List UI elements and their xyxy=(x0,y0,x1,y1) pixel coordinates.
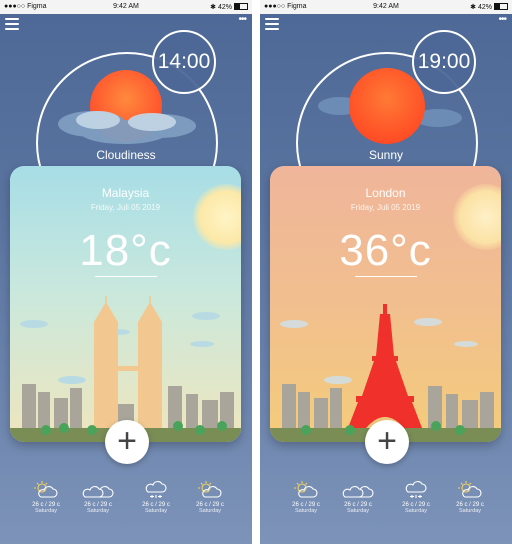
battery-percent: 42% xyxy=(477,4,492,11)
forecast-day-label: Saturday xyxy=(346,508,369,514)
temperature-underline xyxy=(95,276,157,277)
partly-sunny-icon xyxy=(198,481,222,498)
forecast-day-4[interactable]: 26 c / 29 c Saturday xyxy=(182,480,238,514)
forecast-day-1[interactable]: 26 c / 29 c Saturday xyxy=(18,480,74,514)
battery-icon xyxy=(234,3,248,10)
partly-sunny-icon xyxy=(458,481,482,498)
forecast-day-3[interactable]: 26 c / 29 c Saturday xyxy=(388,480,444,514)
add-city-button[interactable]: + xyxy=(365,420,409,464)
city-name: London xyxy=(365,186,406,200)
cloudy-icon xyxy=(82,486,114,498)
city-card[interactable]: Malaysia Friday, Juli 05 2019 18°c xyxy=(10,166,241,442)
forecast-day-4[interactable]: 26 c / 29 c Saturday xyxy=(442,480,498,514)
date-label: Friday, Juli 05 2019 xyxy=(90,203,161,212)
temperature-underline xyxy=(355,276,417,277)
forecast-day-label: Saturday xyxy=(404,508,427,514)
more-options-icon[interactable]: ••• xyxy=(238,14,246,25)
forecast-day-label: Saturday xyxy=(458,508,481,514)
status-bar: ●●●○○ Figma 9:42 AM ✱ 42% xyxy=(0,0,252,14)
partly-sunny-icon xyxy=(34,481,58,498)
forecast-day-label: Saturday xyxy=(198,508,221,514)
time-badge: 19:00 xyxy=(412,30,476,94)
temperature-value: 36°c xyxy=(339,226,432,275)
battery-icon xyxy=(494,3,508,10)
city-card[interactable]: London Friday, Juli 05 2019 36°c xyxy=(270,166,501,442)
temperature-value: 18°c xyxy=(79,226,172,275)
partly-sunny-icon xyxy=(294,481,318,498)
battery-percent: 42% xyxy=(217,4,232,11)
forecast-day-2[interactable]: 26 c / 29 c Saturday xyxy=(330,480,386,514)
hamburger-menu-icon[interactable] xyxy=(265,18,279,30)
weather-screen-malaysia: ●●●○○ Figma 9:42 AM ✱ 42% ••• 14:00 Clou… xyxy=(0,0,252,544)
cloudy-icon xyxy=(342,486,374,498)
snow-cloud-icon xyxy=(145,481,167,498)
forecast-day-label: Saturday xyxy=(86,508,109,514)
weather-screen-london: ●●●○○ Figma 9:42 AM ✱ 42% ••• 19:00 Sunn… xyxy=(260,0,512,544)
status-bar: ●●●○○ Figma 9:42 AM ✱ 42% xyxy=(260,0,512,14)
more-options-icon[interactable]: ••• xyxy=(498,14,506,25)
date-label: Friday, Juli 05 2019 xyxy=(350,203,421,212)
hamburger-menu-icon[interactable] xyxy=(5,18,19,30)
forecast-day-label: Saturday xyxy=(34,508,57,514)
forecast-day-3[interactable]: 26 c / 29 c Saturday xyxy=(128,480,184,514)
snow-cloud-icon xyxy=(405,481,427,498)
forecast-day-1[interactable]: 26 c / 29 c Saturday xyxy=(278,480,334,514)
forecast-day-2[interactable]: 26 c / 29 c Saturday xyxy=(70,480,126,514)
time-badge: 14:00 xyxy=(152,30,216,94)
condition-label: Sunny xyxy=(368,148,404,162)
condition-label: Cloudiness xyxy=(96,148,156,162)
forecast-day-label: Saturday xyxy=(144,508,167,514)
battery-status: ✱ 42% xyxy=(210,3,248,11)
add-city-button[interactable]: + xyxy=(105,420,149,464)
battery-status: ✱ 42% xyxy=(470,3,508,11)
city-name: Malaysia xyxy=(101,186,150,200)
forecast-day-label: Saturday xyxy=(294,508,317,514)
